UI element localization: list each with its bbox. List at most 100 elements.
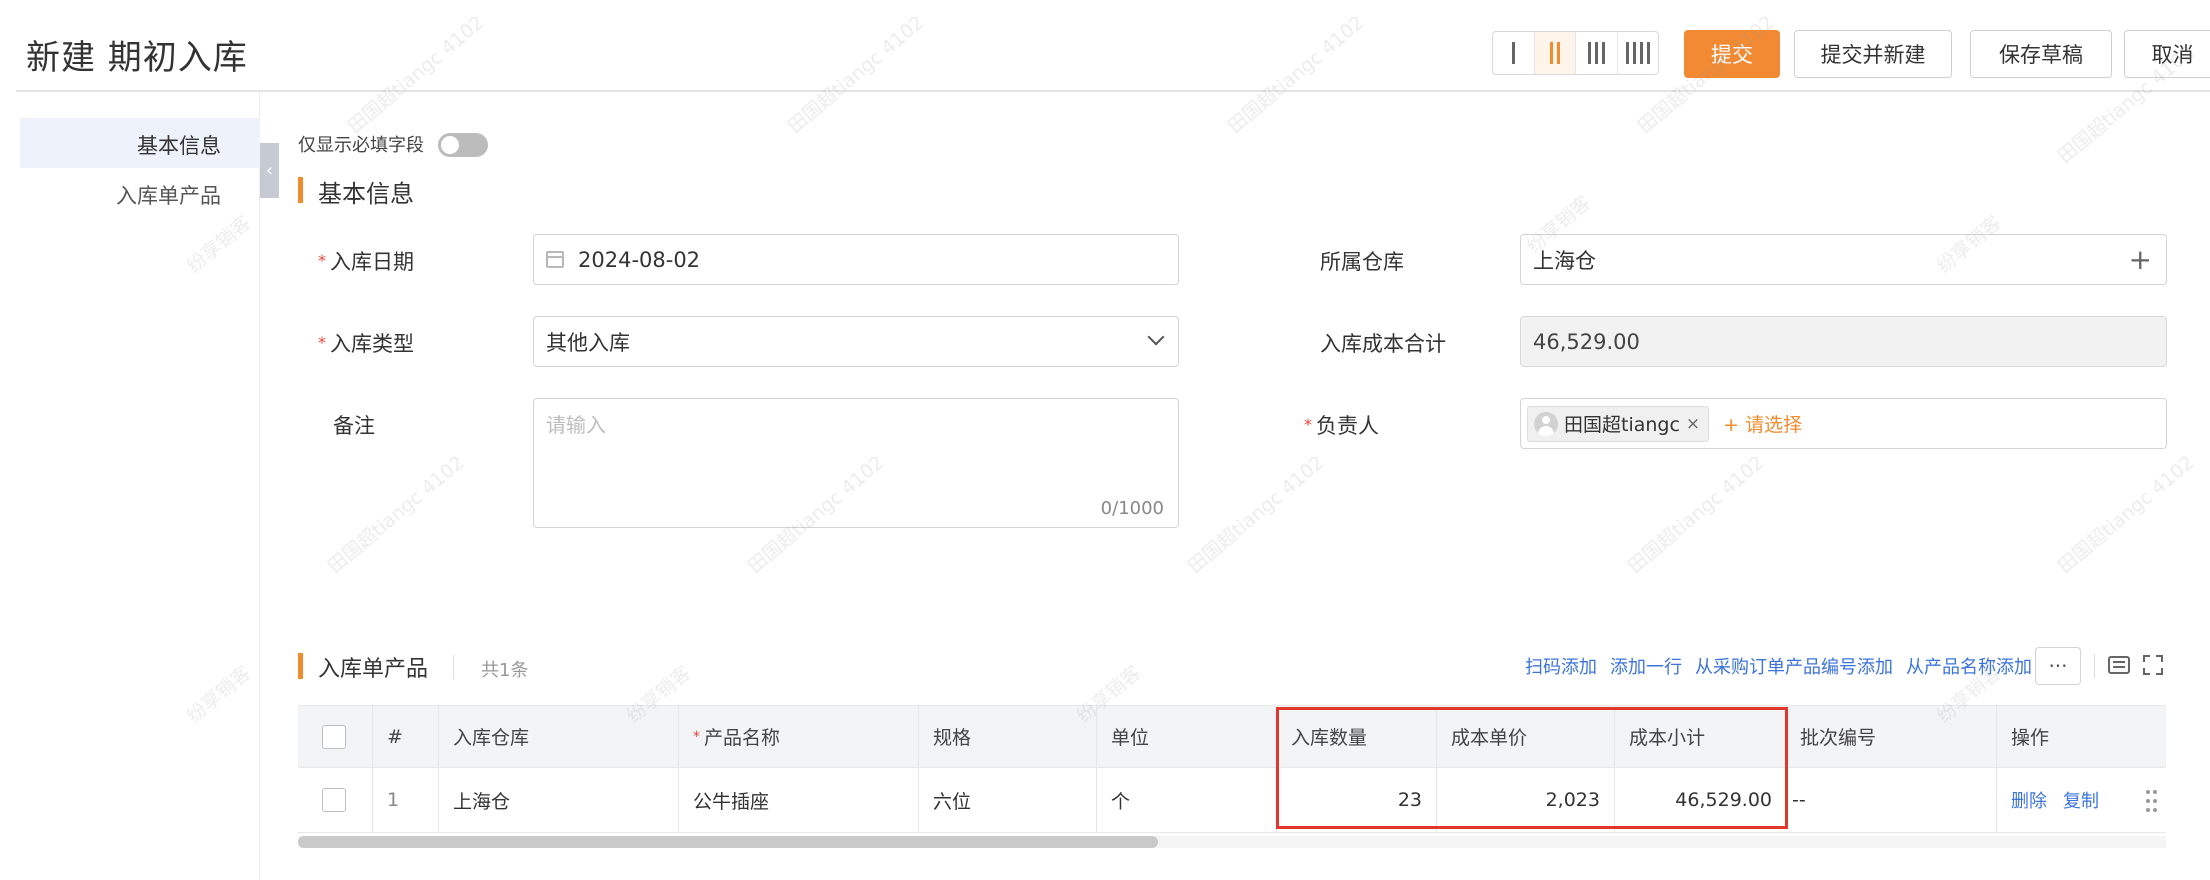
owner-tag: 田国超tiangc × (1527, 405, 1710, 442)
three-column-icon (1587, 42, 1591, 64)
chevron-left-icon: ‹ (265, 160, 274, 181)
sidebar-collapse-handle[interactable]: ‹ (260, 143, 279, 198)
col-name: * 产品名称 (678, 706, 918, 767)
col-qty: 入库数量 (1276, 706, 1436, 767)
remark-textarea[interactable]: 请输入 0/1000 (533, 398, 1179, 528)
date-label-text: 入库日期 (330, 250, 414, 274)
watermark: 田国超tiangc 4102 (1623, 451, 1769, 578)
three-column-icon-bar (1601, 42, 1605, 64)
more-actions-button[interactable]: ··· (2035, 647, 2081, 685)
delete-row-link[interactable]: 删除 (2011, 787, 2047, 813)
close-icon[interactable]: × (1686, 414, 1700, 434)
submit-button[interactable]: 提交 (1684, 30, 1780, 78)
scrollbar-thumb[interactable] (298, 836, 1158, 848)
user-avatar-icon (1534, 411, 1558, 436)
toggle-knob (441, 136, 459, 154)
four-column-icon-bar (1639, 42, 1643, 64)
required-mark: * (318, 251, 326, 270)
product-actions: 扫码添加 添加一行 从采购订单产品编号添加 从产品名称添加 (1525, 653, 2032, 679)
save-draft-button[interactable]: 保存草稿 (1970, 30, 2112, 78)
select-all-checkbox[interactable] (322, 724, 346, 749)
warehouse-label: 所属仓库 (1320, 250, 1404, 274)
submit-and-new-button[interactable]: 提交并新建 (1794, 30, 1952, 78)
cell-name[interactable]: 公牛插座 (678, 768, 918, 832)
add-by-name-link[interactable]: 从产品名称添加 (1906, 653, 2032, 679)
section-title-products: 入库单产品 (318, 657, 429, 682)
three-column-icon-bar (1594, 42, 1598, 64)
row-checkbox[interactable] (322, 788, 346, 812)
sidebar: 基本信息 入库单产品 (0, 92, 260, 880)
fullscreen-icon[interactable] (2143, 655, 2163, 675)
required-mark: * (693, 728, 700, 745)
col-warehouse: 入库仓库 (438, 706, 678, 767)
table-header: # 入库仓库 * 产品名称 规格 单位 入库数量 成本单价 成本小计 批次编号 操… (298, 705, 2166, 767)
watermark: 田国超tiangc 4102 (1183, 451, 1329, 578)
two-column-icon-bar (1556, 42, 1560, 64)
watermark: 田国超tiangc 4102 (323, 451, 469, 578)
cell-spec: 六位 (918, 768, 1096, 832)
add-row-link[interactable]: 添加一行 (1610, 653, 1682, 679)
keyboard-icon[interactable] (2108, 656, 2130, 674)
cell-unit-cost[interactable]: 2,023 (1436, 768, 1614, 832)
two-column-icon (1549, 42, 1553, 64)
col-unit: 单位 (1096, 706, 1276, 767)
remark-char-count: 0/1000 (1100, 498, 1164, 519)
watermark: 田国超tiangc 4102 (343, 11, 489, 138)
drag-handle-icon[interactable] (2146, 790, 2158, 812)
section-accent-bar (298, 177, 303, 203)
one-column-icon (1511, 42, 1515, 64)
col-unit-cost: 成本单价 (1436, 706, 1614, 767)
remark-label: 备注 (333, 414, 375, 438)
scan-add-link[interactable]: 扫码添加 (1525, 653, 1597, 679)
warehouse-field[interactable]: 上海仓 + (1520, 234, 2167, 285)
copy-row-link[interactable]: 复制 (2063, 787, 2099, 813)
section-accent-bar (298, 653, 303, 679)
section-title-basic-info: 基本信息 (318, 180, 414, 208)
layout-switch (1492, 31, 1659, 75)
sidebar-item-products[interactable]: 入库单产品 (116, 180, 221, 210)
cell-subtotal: 46,529.00 (1614, 768, 1786, 832)
divider (2094, 654, 2095, 678)
four-column-icon-bar (1632, 42, 1636, 64)
add-from-po-link[interactable]: 从采购订单产品编号添加 (1695, 653, 1893, 679)
cost-total-label: 入库成本合计 (1320, 332, 1446, 356)
layout-2-col-button[interactable] (1534, 32, 1576, 74)
row-count: 共1条 (481, 660, 529, 681)
col-subtotal: 成本小计 (1614, 706, 1786, 767)
warehouse-value: 上海仓 (1533, 248, 1596, 273)
type-label: * 入库类型 (318, 328, 414, 358)
required-mark: * (1304, 415, 1312, 434)
owner-label-text: 负责人 (1316, 414, 1379, 438)
horizontal-scrollbar[interactable] (298, 836, 2166, 848)
four-column-icon (1625, 42, 1629, 64)
fullscreen-corner (2156, 655, 2163, 662)
four-column-icon-bar (1646, 42, 1650, 64)
fullscreen-corner (2156, 668, 2163, 675)
cost-total-field: 46,529.00 (1520, 316, 2167, 367)
cell-batch[interactable]: -- (1786, 768, 1996, 832)
layout-1-col-button[interactable] (1493, 32, 1535, 74)
page-title: 新建 期初入库 (26, 38, 248, 78)
calendar-icon (546, 251, 564, 268)
more-icon: ··· (2048, 654, 2068, 678)
col-index: # (372, 706, 438, 767)
plus-icon[interactable]: + (2129, 243, 2152, 276)
sidebar-item-basic-info[interactable]: 基本信息 (137, 130, 221, 160)
owner-add-link[interactable]: + 请选择 (1723, 410, 1802, 437)
cell-qty[interactable]: 23 (1276, 768, 1436, 832)
remark-placeholder: 请输入 (546, 413, 606, 437)
owner-field[interactable]: 田国超tiangc × + 请选择 (1520, 398, 2167, 449)
watermark: 田国超tiangc 4102 (783, 11, 929, 138)
layout-4-col-button[interactable] (1618, 32, 1659, 74)
type-select[interactable]: 其他入库 (533, 316, 1179, 367)
row-checkbox-cell (298, 768, 372, 832)
fullscreen-corner (2143, 655, 2150, 662)
table-row[interactable]: 1 上海仓 公牛插座 六位 个 23 2,023 46,529.00 -- 删除… (298, 767, 2166, 833)
layout-3-col-button[interactable] (1576, 32, 1618, 74)
date-field[interactable]: 2024-08-02 (533, 234, 1179, 285)
cancel-button[interactable]: 取消 (2124, 30, 2210, 78)
date-value: 2024-08-02 (578, 247, 701, 272)
required-only-toggle[interactable] (438, 133, 488, 157)
col-spec: 规格 (918, 706, 1096, 767)
cell-warehouse[interactable]: 上海仓 (438, 768, 678, 832)
